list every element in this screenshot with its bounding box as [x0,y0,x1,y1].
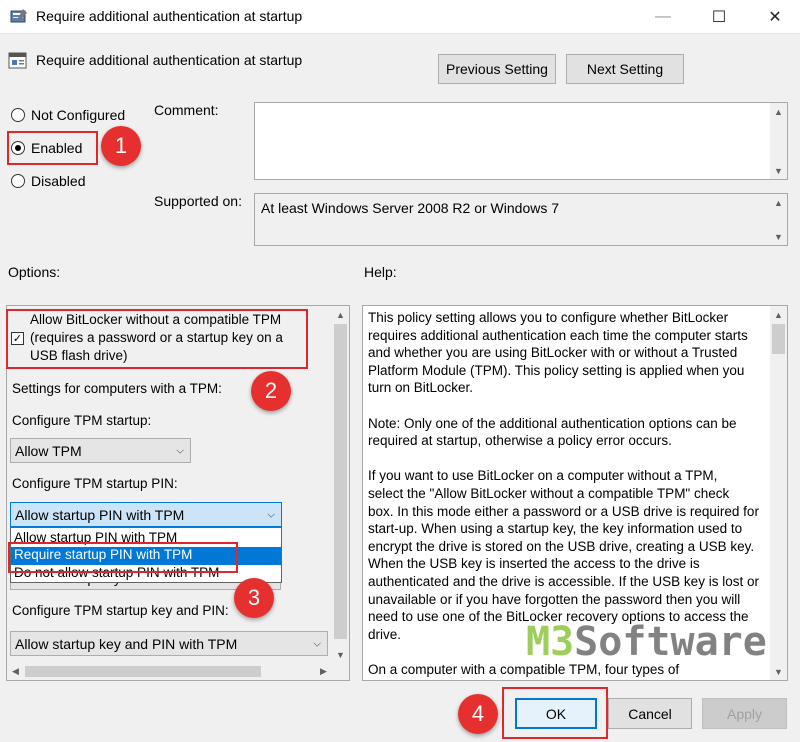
annotation-badge-2: 2 [251,371,291,411]
scroll-up-icon[interactable]: ▲ [770,103,787,120]
radio-disabled-circle [11,174,25,188]
window-title: Require additional authentication at sta… [36,8,303,24]
help-line: authenticated and the drive is accessibl… [368,573,759,589]
policy-name: Require additional authentication at sta… [36,52,303,68]
radio-not-configured-circle [11,108,25,122]
scroll-up-icon[interactable]: ▲ [770,194,787,211]
help-line: unavailable or if you have forgotten the… [368,591,741,607]
scroll-thumb[interactable] [334,324,347,639]
comment-input[interactable]: ▲ ▼ [254,102,788,180]
annotation-badge-1: 1 [101,126,141,166]
tpm-pin-value: Allow startup PIN with TPM [15,506,185,523]
help-line: and whether you are using BitLocker with… [368,345,738,361]
tpm-key-pin-select[interactable]: Allow startup key and PIN with TPM ⌵ [10,631,328,656]
annotation-badge-3: 3 [234,578,274,618]
help-line: Platform Module (TPM). This policy setti… [368,362,745,378]
help-line: When the USB key is inserted the access … [368,556,700,572]
title-bar: Require additional authentication at sta… [0,0,800,34]
next-setting-button[interactable]: Next Setting [566,54,684,84]
maximize-button[interactable]: ☐ [696,0,742,34]
tpm-startup-value: Allow TPM [15,442,82,459]
help-line: select the "Allow BitLocker without a co… [368,485,730,501]
tpm-settings-heading: Settings for computers with a TPM: [12,381,222,396]
supported-box: At least Windows Server 2008 R2 or Windo… [254,193,788,246]
scroll-down-icon[interactable]: ▼ [770,162,787,179]
help-line: start-up. When using a startup key, the … [368,521,743,537]
options-label: Options: [8,264,61,280]
scroll-down-icon[interactable]: ▼ [770,663,787,680]
tpm-pin-select[interactable]: Allow startup PIN with TPM ⌵ [10,502,282,527]
radio-not-configured[interactable]: Not Configured [11,107,125,123]
help-line: encrypt the drive is stored on the USB d… [368,538,755,554]
radio-disabled[interactable]: Disabled [11,173,85,189]
watermark-software: Software [574,619,767,665]
chevron-down-icon: ⌵ [313,638,321,649]
watermark-m3: M3 [526,619,575,665]
minimize-button[interactable]: — [640,0,686,34]
help-line: requires additional authentication each … [368,327,748,343]
help-line: drive. [368,626,402,642]
options-vscrollbar[interactable]: ▲ ▼ [332,306,349,663]
scroll-up-icon[interactable]: ▲ [332,306,349,323]
help-paragraph: Note: Only one of the additional authent… [368,415,768,450]
comment-scrollbar[interactable]: ▲ ▼ [770,103,787,179]
previous-setting-button[interactable]: Previous Setting [438,54,556,84]
help-paragraph: If you want to use BitLocker on a comput… [368,467,768,643]
help-line: required at startup, otherwise a policy … [368,433,672,449]
help-paragraph: This policy setting allows you to config… [368,309,768,397]
annotation-box-checkbox [6,309,308,369]
help-line: This policy setting allows you to config… [368,310,729,325]
tpm-pin-label: Configure TPM startup PIN: [12,476,178,491]
policy-app-icon [10,9,27,23]
radio-disabled-label: Disabled [31,173,86,189]
supported-scrollbar[interactable]: ▲ ▼ [770,194,787,245]
radio-not-configured-label: Not Configured [31,107,126,123]
help-line: turn on BitLocker. [368,380,474,396]
supported-label: Supported on: [154,193,242,209]
scroll-down-icon[interactable]: ▼ [770,228,787,245]
tpm-startup-label: Configure TPM startup: [12,413,152,428]
cancel-button[interactable]: Cancel [608,698,692,729]
comment-label: Comment: [154,102,219,118]
options-hscrollbar[interactable]: ◀ ▶ [7,663,332,680]
scroll-down-icon[interactable]: ▼ [332,646,349,663]
help-label: Help: [364,264,397,280]
tpm-startup-select[interactable]: Allow TPM ⌵ [10,438,191,463]
annotation-box-enabled [7,131,98,165]
apply-button[interactable]: Apply [702,698,787,729]
supported-value: At least Windows Server 2008 R2 or Windo… [261,200,560,216]
annotation-box-ok [502,687,608,739]
close-button[interactable]: ✕ [752,0,798,34]
policy-icon [8,52,27,69]
scroll-up-icon[interactable]: ▲ [770,306,787,323]
help-line: If you want to use BitLocker on a comput… [368,468,718,484]
hscroll-thumb[interactable] [25,666,261,677]
scroll-left-icon[interactable]: ◀ [7,663,24,680]
scroll-right-icon[interactable]: ▶ [315,663,332,680]
help-line: box. In this mode either a password or a… [368,503,759,519]
m3-software-watermark: M3Software [526,618,767,666]
tpm-key-pin-label: Configure TPM startup key and PIN: [12,603,229,618]
chevron-down-icon: ⌵ [176,445,184,456]
scroll-thumb[interactable] [772,324,785,354]
help-line: Note: Only one of the additional authent… [368,415,737,431]
annotation-badge-4: 4 [458,694,498,734]
tpm-key-pin-value: Allow startup key and PIN with TPM [15,635,238,652]
help-vscrollbar[interactable]: ▲ ▼ [770,306,787,680]
chevron-down-icon: ⌵ [267,509,275,520]
annotation-box-require-pin [8,542,238,573]
